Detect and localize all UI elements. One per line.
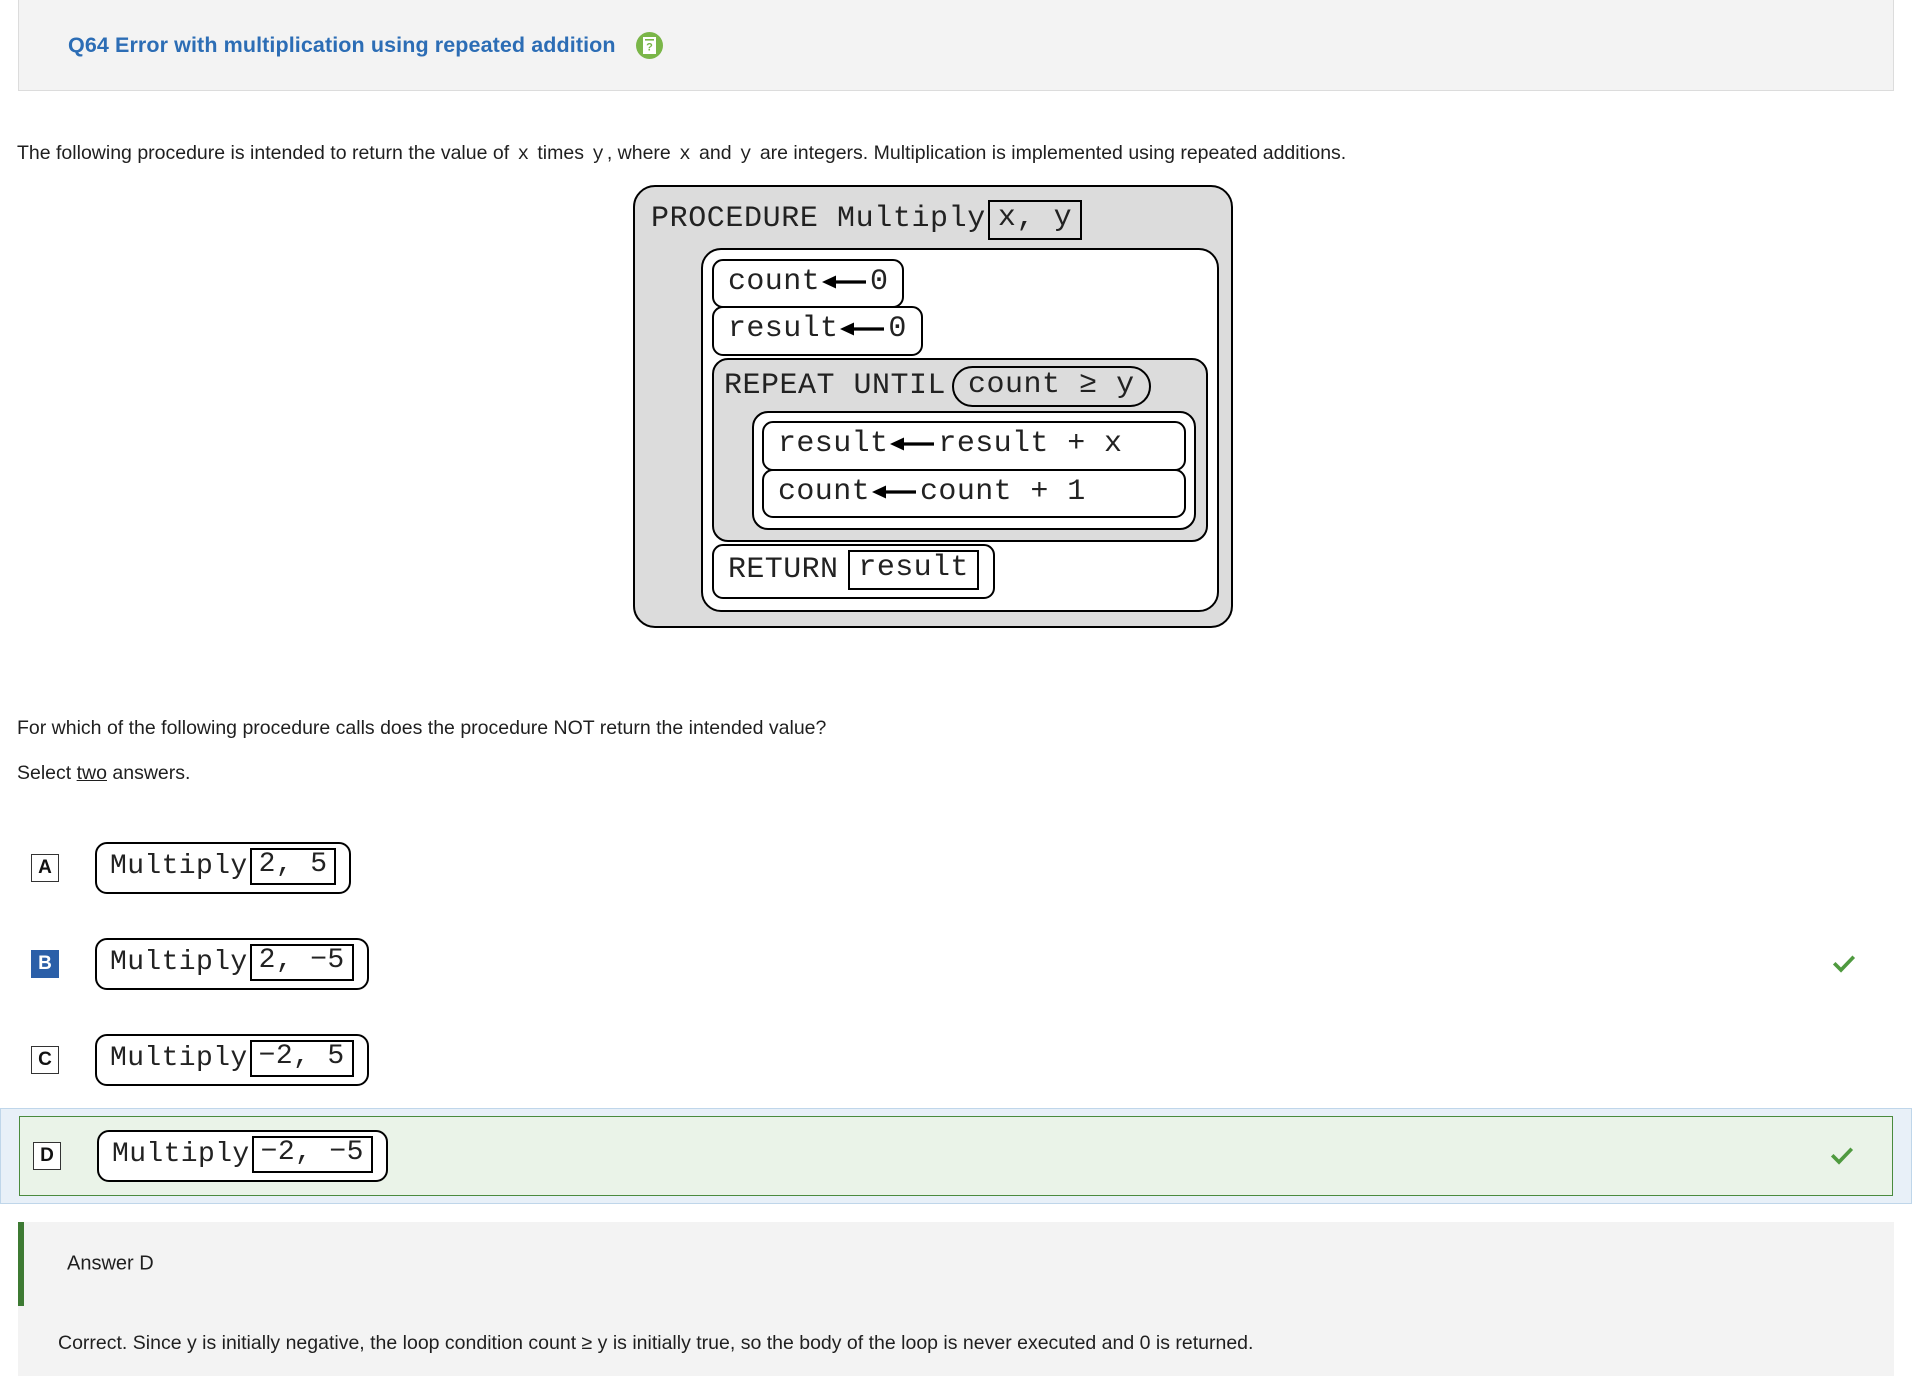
select-prefix: Select	[17, 762, 77, 784]
intro-var-y-1: y	[592, 143, 604, 165]
call-name: Multiply	[112, 1138, 250, 1170]
procedure-body: count 0 result 0 REPEAT UNTIL count ≥ y …	[701, 247, 1219, 612]
select-emphasis: two	[76, 762, 107, 784]
call-name: Multiply	[110, 946, 248, 978]
answer-heading: Answer D	[67, 1252, 154, 1275]
return-keyword: RETURN	[728, 552, 839, 587]
option-row-c[interactable]: C Multiply −2, 5	[0, 1012, 1912, 1108]
intro-var-x-1: x	[517, 143, 529, 165]
intro-part-2: times	[537, 142, 584, 164]
option-inner-a: A Multiply 2, 5	[0, 820, 1912, 916]
pseudocode-block: PROCEDURE Multiply x, y count 0 result 0…	[633, 185, 1233, 628]
left-arrow-assign-icon	[890, 433, 936, 455]
assign-target: count	[728, 264, 821, 299]
option-row-b[interactable]: B Multiply 2, −5	[0, 916, 1912, 1012]
statement-row: result result + x	[762, 421, 1186, 471]
option-call-b: Multiply 2, −5	[95, 938, 369, 990]
question-page: Q64 Error with multiplication using repe…	[0, 0, 1912, 1376]
procedure-header: PROCEDURE Multiply x, y	[651, 197, 1219, 246]
call-name: Multiply	[110, 850, 248, 882]
assign-target: count	[778, 474, 871, 509]
intro-part-4: and	[699, 142, 732, 164]
assign-value: result + x	[938, 427, 1123, 462]
select-instruction: Select two answers.	[17, 762, 190, 785]
statement-row: count 0	[712, 258, 1208, 309]
intro-part-1: The following procedure is intended to r…	[17, 142, 510, 164]
option-call-c: Multiply −2, 5	[95, 1034, 369, 1086]
page-title: Q64 Error with multiplication using repe…	[68, 33, 616, 57]
call-args: −2, −5	[251, 1136, 373, 1173]
assign-value: 0	[870, 264, 889, 299]
procedure-keyword: PROCEDURE Multiply	[651, 202, 986, 237]
intro-part-5: are integers. Multiplication is implemen…	[759, 142, 1347, 164]
call-name: Multiply	[110, 1042, 248, 1074]
answer-options: A Multiply 2, 5 B Multiply 2, −5 C Multipl…	[0, 820, 1912, 1204]
assign-result-plus-x: result result + x	[762, 421, 1186, 471]
loop-body: result result + x count count + 1	[752, 411, 1196, 531]
intro-var-x-2: x	[679, 143, 691, 165]
option-letter-b[interactable]: B	[31, 950, 59, 978]
question-prompt: For which of the following procedure cal…	[17, 717, 827, 739]
question-document-icon[interactable]: ?	[635, 32, 663, 59]
assign-count-zero: count 0	[712, 258, 905, 309]
option-letter-c[interactable]: C	[31, 1046, 59, 1074]
question-header-inner: Q64 Error with multiplication using repe…	[68, 0, 663, 91]
option-letter-a[interactable]: A	[31, 854, 59, 882]
procedure-container: PROCEDURE Multiply x, y count 0 result 0…	[633, 185, 1233, 628]
left-arrow-assign-icon	[872, 481, 918, 503]
select-suffix: answers.	[106, 762, 191, 784]
call-args: −2, 5	[249, 1040, 354, 1077]
left-arrow-assign-icon	[822, 271, 868, 293]
svg-text:?: ?	[646, 42, 653, 54]
option-row-a[interactable]: A Multiply 2, 5	[0, 820, 1912, 916]
assign-target: result	[778, 427, 889, 462]
option-row-d[interactable]: D Multiply −2, −5	[0, 1108, 1912, 1204]
answer-explanation-text: Correct. Since y is initially negative, …	[58, 1332, 1254, 1354]
option-call-a: Multiply 2, 5	[95, 842, 352, 894]
call-args: 2, 5	[249, 848, 337, 885]
procedure-parameters: x, y	[987, 200, 1083, 240]
check-mark-icon	[1831, 951, 1857, 977]
intro-text: The following procedure is intended to r…	[17, 140, 1346, 168]
question-header: Q64 Error with multiplication using repe…	[18, 0, 1894, 91]
check-mark-icon	[1829, 1143, 1855, 1169]
option-inner-d: D Multiply −2, −5	[19, 1116, 1893, 1196]
call-args: 2, −5	[249, 944, 354, 981]
option-inner-c: C Multiply −2, 5	[0, 1012, 1912, 1108]
left-arrow-assign-icon	[840, 318, 886, 340]
answer-explanation-panel: Answer D Correct. Since y is initially n…	[18, 1222, 1894, 1376]
option-letter-d[interactable]: D	[33, 1142, 61, 1170]
answer-heading-bar: Answer D	[18, 1222, 1894, 1306]
option-inner-b: B Multiply 2, −5	[0, 916, 1912, 1012]
intro-part-3: , where	[606, 142, 671, 164]
intro-var-y-2: y	[739, 143, 752, 165]
option-call-d: Multiply −2, −5	[97, 1130, 388, 1182]
